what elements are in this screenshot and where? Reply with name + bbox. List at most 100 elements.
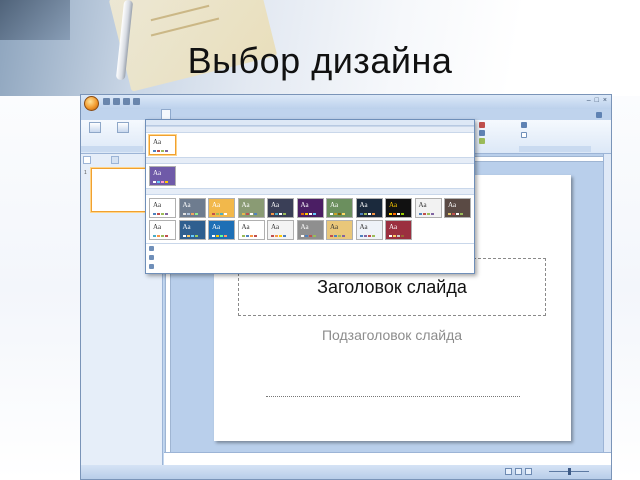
theme-sample-text: Aa — [300, 201, 309, 209]
theme-sample-text: Aa — [448, 201, 457, 209]
theme-builtin[interactable]: Aa — [385, 198, 412, 218]
browse-themes-link[interactable] — [149, 255, 157, 260]
theme-color-swatches — [330, 213, 345, 215]
theme-color-swatches — [300, 235, 316, 237]
theme-custom[interactable]: Aa — [149, 166, 176, 186]
fonts-icon[interactable] — [479, 130, 485, 136]
save-icon[interactable] — [103, 98, 110, 105]
theme-builtin[interactable]: Aa — [237, 220, 265, 240]
slide-show-button[interactable] — [525, 468, 532, 475]
theme-builtin[interactable]: Aa — [355, 220, 383, 240]
theme-color-swatches — [359, 213, 375, 215]
theme-sample-text: Aa — [418, 201, 427, 209]
gallery-footer-divider — [146, 243, 474, 244]
theme-sample-text: Aa — [359, 201, 368, 209]
theme-color-swatches — [212, 235, 227, 237]
page-setup-icon[interactable] — [89, 122, 101, 133]
slide-title: Выбор дизайна — [187, 40, 453, 81]
theme-sample-text: Aa — [241, 223, 250, 231]
redo-icon[interactable] — [123, 98, 130, 105]
theme-builtin[interactable]: Aa — [237, 198, 265, 218]
save-theme-link[interactable] — [149, 264, 157, 269]
theme-builtin[interactable]: Aa — [444, 198, 471, 218]
theme-sample-text: Aa — [389, 201, 398, 209]
theme-builtin[interactable]: Aa — [267, 220, 294, 240]
theme-builtin[interactable]: Aa — [296, 198, 324, 218]
theme-color-swatches — [212, 213, 227, 215]
theme-builtin[interactable]: Aa — [326, 198, 353, 218]
theme-sample-text: Aa — [330, 223, 339, 231]
colors-icon[interactable] — [479, 122, 485, 128]
minimize-icon[interactable]: – — [587, 97, 591, 104]
theme-color-swatches — [418, 213, 434, 215]
theme-sample-text: Aa — [153, 138, 162, 146]
title-bar: – □ × — [81, 95, 611, 109]
theme-builtin[interactable]: Aa — [267, 198, 294, 218]
background-styles-icon[interactable] — [521, 122, 527, 128]
theme-color-swatches — [153, 150, 168, 152]
slide-sorter-button[interactable] — [515, 468, 522, 475]
normal-view-button[interactable] — [505, 468, 512, 475]
theme-builtin[interactable]: Aa — [296, 220, 324, 240]
theme-color-swatches — [241, 235, 257, 237]
theme-sample-text: Aa — [212, 201, 221, 209]
orientation-icon[interactable] — [117, 122, 129, 133]
theme-builtin[interactable]: Aa — [414, 198, 442, 218]
theme-builtin[interactable]: Aa — [208, 220, 235, 240]
theme-color-swatches — [153, 235, 168, 237]
theme-color-swatches — [389, 213, 404, 215]
theme-color-swatches — [448, 213, 463, 215]
theme-builtin[interactable]: Aa — [149, 220, 176, 240]
subtitle-placeholder[interactable]: Подзаголовок слайда — [238, 322, 546, 348]
quick-access-toolbar — [103, 98, 140, 105]
theme-color-swatches — [330, 235, 345, 237]
save-icon — [149, 264, 154, 269]
theme-color-swatches — [182, 213, 198, 215]
theme-color-swatches — [389, 235, 404, 237]
checkbox-icon[interactable] — [521, 132, 527, 138]
slide-thumbnail[interactable] — [91, 168, 149, 212]
theme-builtin[interactable]: Aa — [355, 198, 383, 218]
section-this-presentation — [146, 126, 474, 133]
theme-sample-text: Aa — [271, 201, 280, 209]
theme-sample-text: Aa — [153, 223, 162, 231]
folder-icon — [149, 255, 154, 260]
zoom-slider-knob[interactable] — [568, 468, 571, 475]
section-builtin — [146, 188, 474, 195]
status-bar — [81, 465, 611, 479]
theme-color-swatches — [153, 213, 168, 215]
theme-builtin[interactable]: Aa — [149, 198, 176, 218]
close-icon[interactable]: × — [603, 97, 607, 104]
theme-color-swatches — [300, 213, 316, 215]
undo-icon[interactable] — [113, 98, 120, 105]
theme-color-swatches — [271, 213, 286, 215]
theme-sample-text: Aa — [153, 169, 162, 177]
window-controls: – □ × — [587, 97, 607, 104]
vertical-scrollbar[interactable] — [603, 154, 611, 452]
notes-pane[interactable] — [164, 452, 611, 466]
theme-builtin[interactable]: Aa — [178, 198, 206, 218]
theme-color-swatches — [182, 235, 198, 237]
title-placeholder-text: Заголовок слайда — [317, 276, 467, 297]
theme-sample-text: Aa — [389, 223, 398, 231]
theme-builtin[interactable]: Aa — [385, 220, 412, 240]
section-custom — [146, 157, 474, 164]
themes-online-link[interactable] — [149, 246, 157, 251]
theme-color-swatches — [241, 213, 257, 215]
office-button[interactable] — [84, 96, 99, 111]
theme-current[interactable]: Aa — [149, 135, 176, 155]
customize-qat-icon[interactable] — [133, 98, 140, 105]
tab-outline[interactable] — [111, 156, 119, 164]
maximize-icon[interactable]: □ — [595, 97, 599, 104]
tab-slides[interactable] — [83, 156, 91, 164]
theme-color-swatches — [359, 235, 375, 237]
theme-sample-text: Aa — [330, 201, 339, 209]
online-icon — [149, 246, 154, 251]
subtitle-placeholder-text: Подзаголовок слайда — [321, 327, 463, 343]
help-icon[interactable] — [596, 112, 602, 118]
theme-builtin[interactable]: Aa — [326, 220, 353, 240]
theme-color-swatches — [153, 181, 168, 183]
theme-builtin[interactable]: Aa — [208, 198, 235, 218]
effects-icon[interactable] — [479, 138, 485, 144]
theme-builtin[interactable]: Aa — [178, 220, 206, 240]
